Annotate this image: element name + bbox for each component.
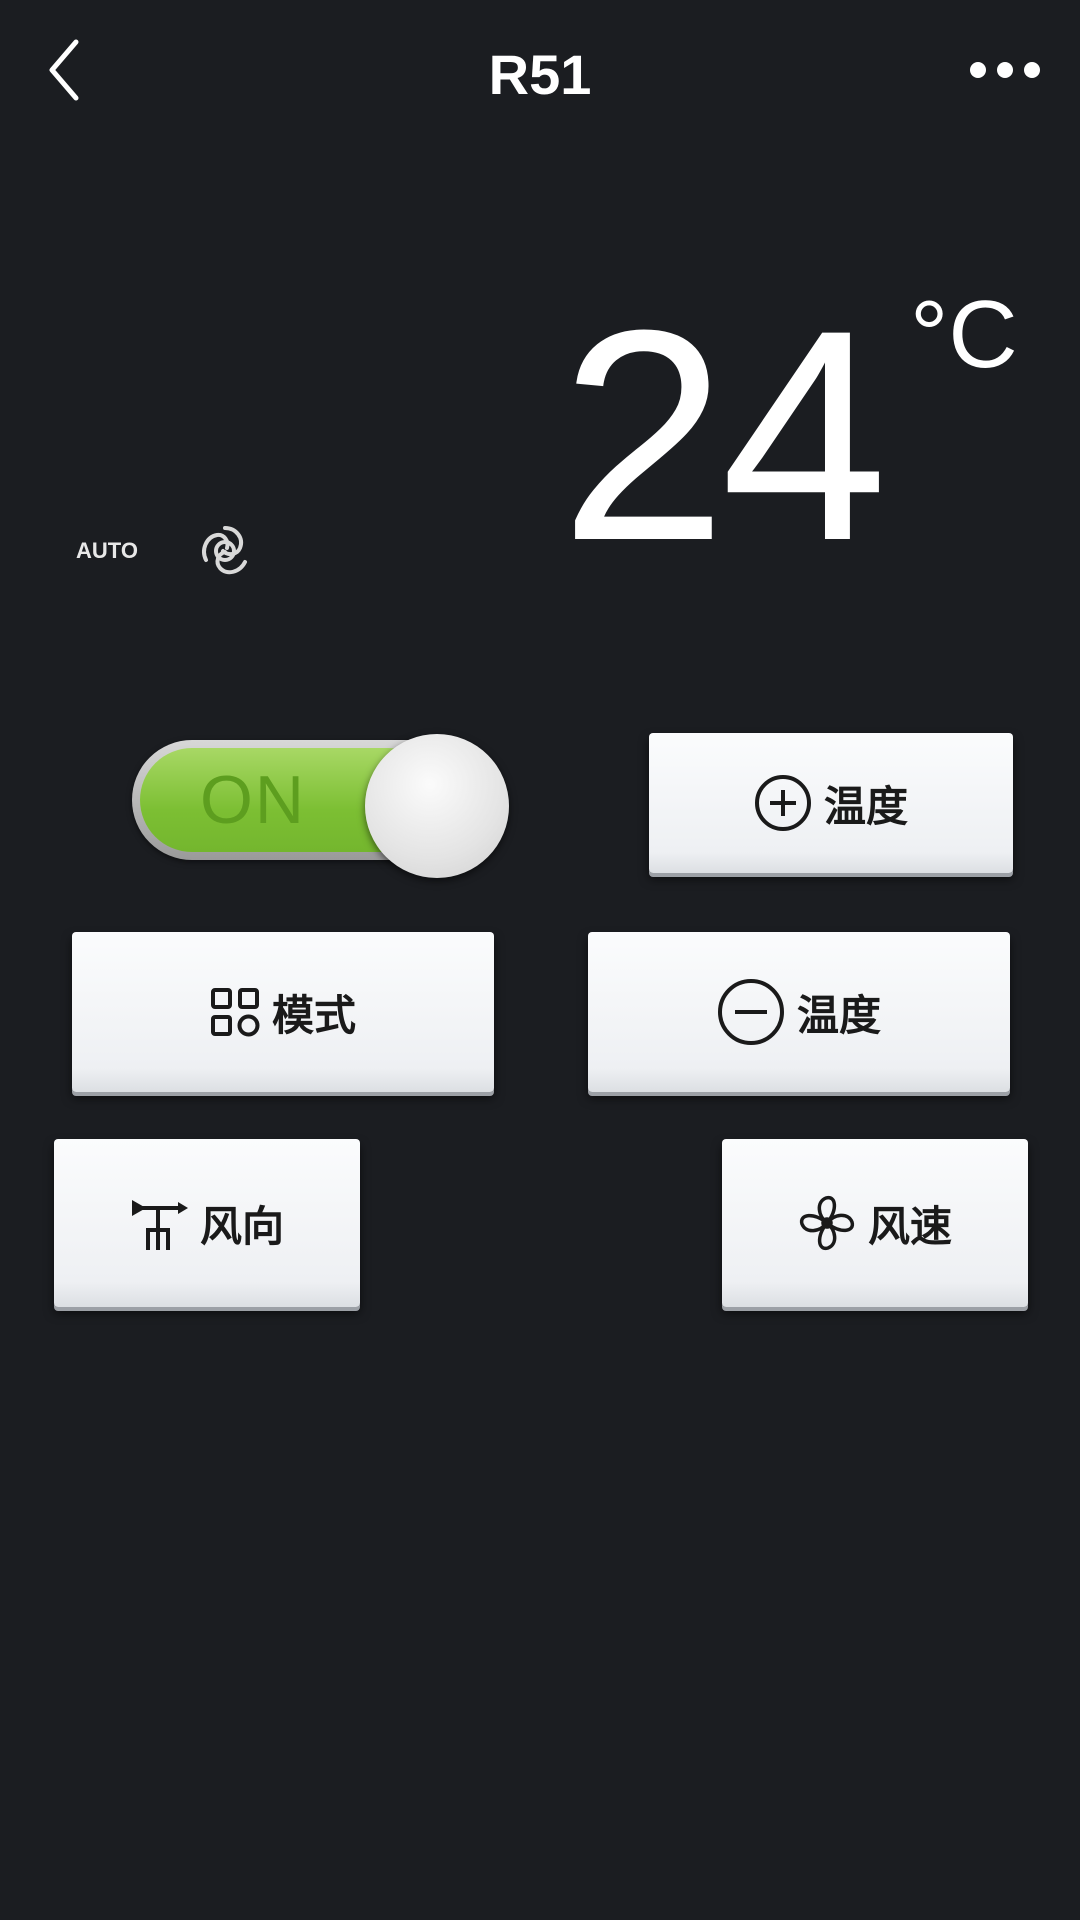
power-state-label: ON xyxy=(200,762,306,838)
temperature-up-label: 温度 xyxy=(823,781,908,831)
swirl-icon xyxy=(196,522,254,580)
temperature-value: 24 xyxy=(560,267,888,603)
more-button[interactable] xyxy=(960,40,1060,100)
mode-label: 模式 xyxy=(271,990,356,1040)
minus-circle-icon xyxy=(717,979,784,1045)
temperature-unit: °C xyxy=(910,281,1018,388)
more-horizontal-icon xyxy=(970,62,1040,78)
fan-speed-label: 风速 xyxy=(867,1201,952,1251)
page-title: R51 xyxy=(488,43,592,106)
temperature-down-label: 温度 xyxy=(796,990,881,1040)
fan-speed-button[interactable]: 风速 xyxy=(722,1139,1028,1307)
temperature-down-button[interactable]: 温度 xyxy=(588,932,1010,1092)
toggle-knob[interactable] xyxy=(365,734,509,878)
temperature-up-button[interactable]: 温度 xyxy=(649,733,1013,873)
mode-status-label: AUTO xyxy=(76,538,138,563)
grid-icon xyxy=(210,988,260,1037)
fan-icon xyxy=(799,1195,855,1251)
plus-circle-icon xyxy=(754,775,811,831)
top-bar: R51 xyxy=(0,0,1080,150)
mode-button[interactable]: 模式 xyxy=(72,932,494,1092)
swing-direction-button[interactable]: 风向 xyxy=(54,1139,360,1307)
power-toggle[interactable]: ON xyxy=(130,734,510,878)
wind-vane-icon xyxy=(131,1200,188,1250)
swing-direction-label: 风向 xyxy=(199,1201,284,1251)
